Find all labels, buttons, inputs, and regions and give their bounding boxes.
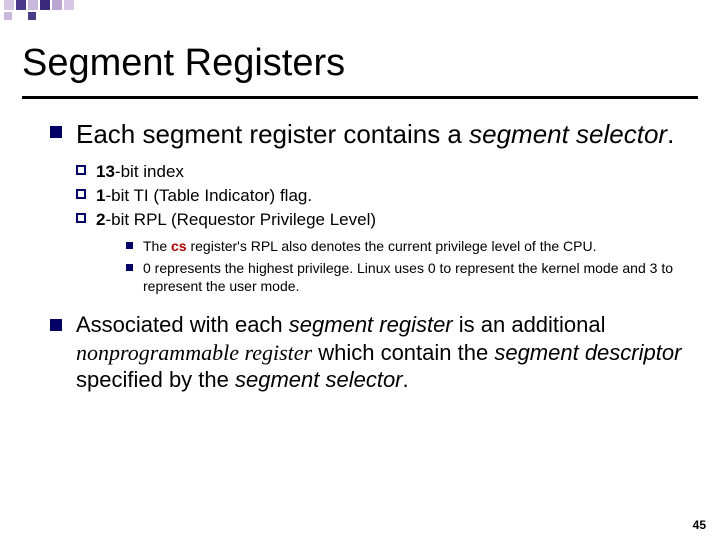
bullet-text: Associated with each segment register is… [76,311,690,394]
sub-sub-list: The cs register's RPL also denotes the c… [126,237,690,296]
sub-list: 13-bit index 1-bit TI (Table Indicator) … [76,161,690,296]
hollow-square-icon [76,213,86,223]
text-span: . [403,367,409,392]
text-span: register's RPL also denotes the current … [187,238,597,254]
bullet-level1: Associated with each segment register is… [50,311,690,394]
text-emphasis-serif: nonprogrammable register [76,340,312,365]
bullet-text: Each segment register contains a segment… [76,118,674,151]
small-square-icon [126,242,133,249]
text-span: . [667,119,674,149]
bullet-text: 1-bit TI (Table Indicator) flag. [96,185,312,207]
text-span: -bit TI (Table Indicator) flag. [105,186,312,205]
deco-sq [52,0,62,10]
title-underline [22,96,698,99]
deco-sq [64,0,74,10]
text-span: is an additional [453,312,606,337]
bullet-level1: Each segment register contains a segment… [50,118,690,151]
bullet-level2: 1-bit TI (Table Indicator) flag. [76,185,690,207]
text-span: specified by the [76,367,235,392]
square-bullet-icon [50,126,62,138]
deco-sq [4,12,12,20]
text-emphasis: segment selector [235,367,403,392]
page-number: 45 [693,518,706,532]
bullet-text: 0 represents the highest privilege. Linu… [143,259,690,295]
bullet-level2: 13-bit index [76,161,690,183]
small-square-icon [126,264,133,271]
text-span: The [143,238,171,254]
text-span: Each segment register contains a [76,119,469,149]
slide-title: Segment Registers [22,42,345,85]
cs-register: cs [171,238,187,254]
bullet-text: 2-bit RPL (Requestor Privilege Level) [96,209,376,231]
text-emphasis: segment selector [469,119,667,149]
bullet-level3: The cs register's RPL also denotes the c… [126,237,690,255]
bullet-level3: 0 represents the highest privilege. Linu… [126,259,690,295]
bold-num: 13 [96,162,115,181]
deco-sq [4,0,14,10]
bullet-text: The cs register's RPL also denotes the c… [143,237,597,255]
square-bullet-icon [50,319,62,331]
deco-sq [16,0,26,10]
text-span: -bit index [115,162,184,181]
text-span: -bit RPL (Requestor Privilege Level) [105,210,376,229]
hollow-square-icon [76,189,86,199]
deco-sq [28,12,36,20]
bullet-level2: 2-bit RPL (Requestor Privilege Level) [76,209,690,231]
text-emphasis: segment descriptor [494,340,681,365]
slide-content: Each segment register contains a segment… [50,118,690,404]
decorative-squares [0,0,720,14]
text-span: which contain the [312,340,494,365]
text-span: Associated with each [76,312,289,337]
deco-sq [28,0,38,10]
text-emphasis: segment register [289,312,453,337]
bullet-text: 13-bit index [96,161,184,183]
hollow-square-icon [76,165,86,175]
deco-sq [40,0,50,10]
